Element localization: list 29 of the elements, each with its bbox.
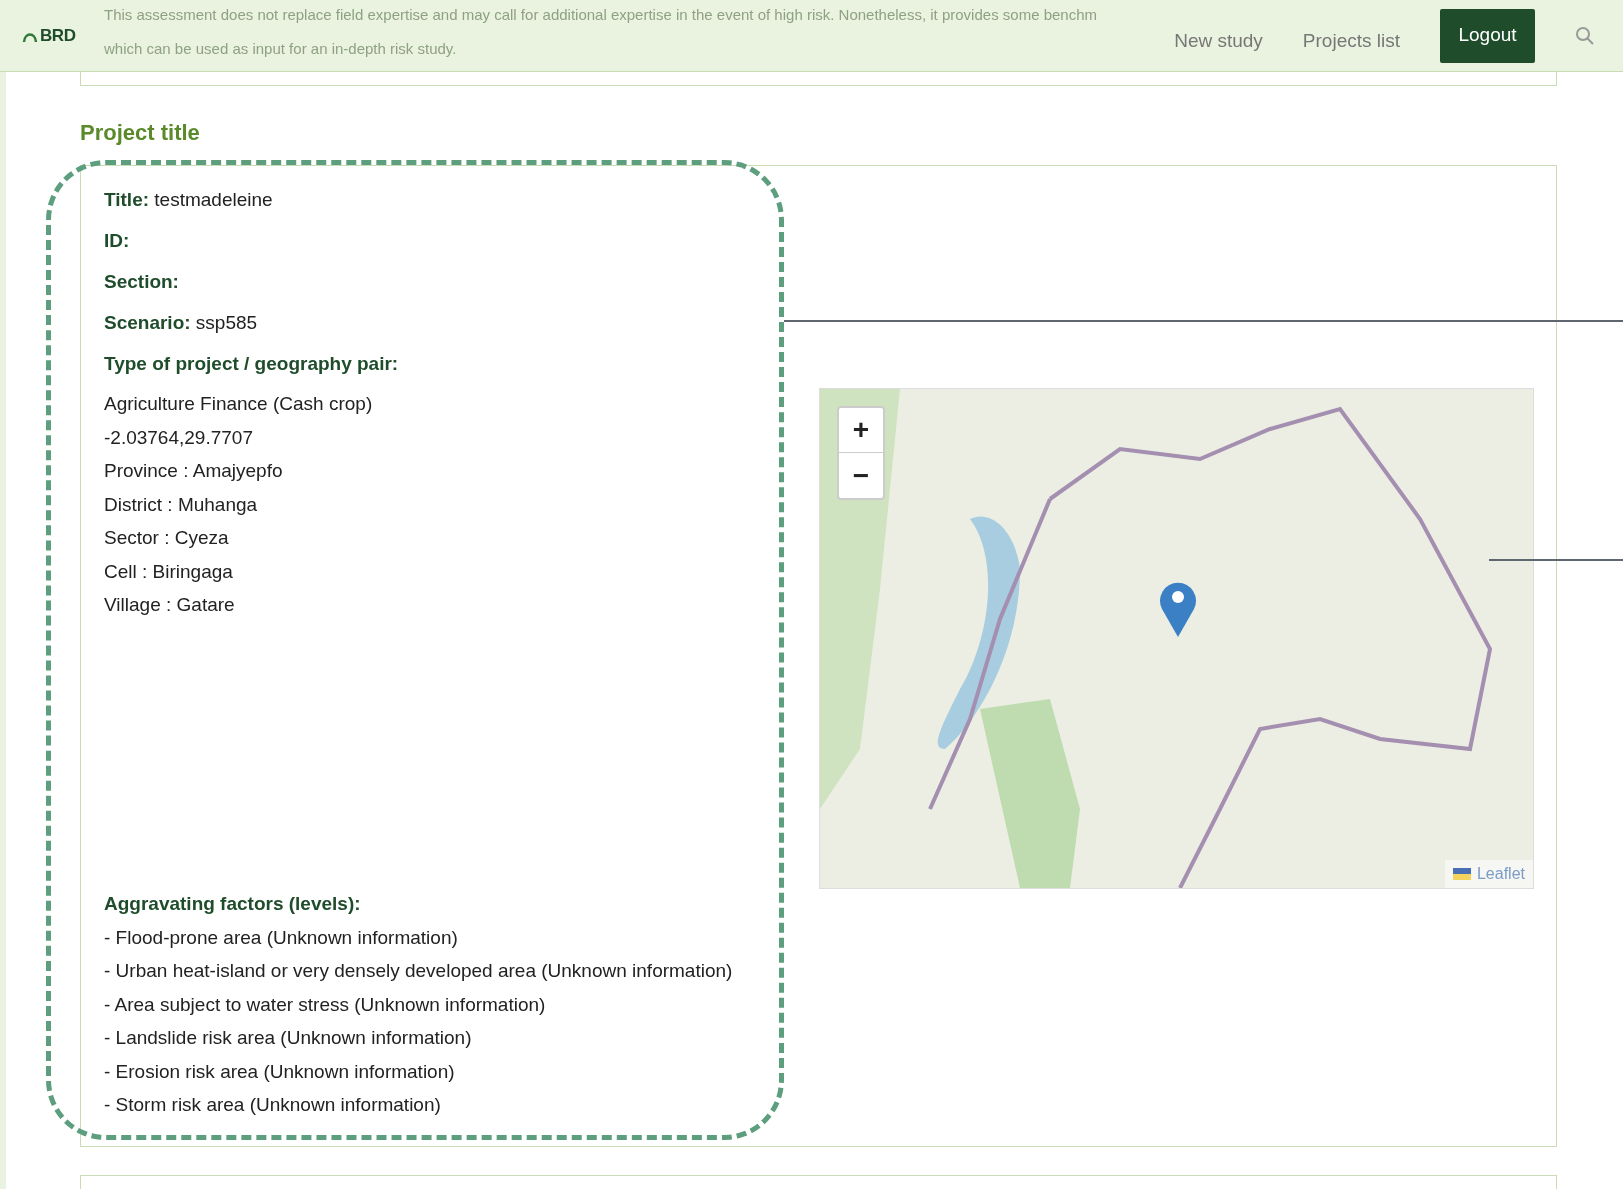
section-title: Project title: [80, 119, 201, 147]
pair-line: Sector : Cyeza: [104, 526, 230, 550]
factor-line: - Urban heat-island or very densely developed area (Unknown information): [104, 959, 734, 983]
pair-line: Village : Gatare: [104, 593, 236, 617]
info-field: ID:: [104, 227, 781, 268]
zoom-in-button[interactable]: +: [839, 408, 883, 453]
zoom-out-button[interactable]: −: [839, 453, 883, 498]
pair-line: -2.03764,29.7707: [104, 425, 254, 450]
search-icon[interactable]: [1575, 25, 1595, 46]
faded-notice-text: This assessment does not replace field expertise and may call for additional expertise in the event of high risk. Nonetheless, it provides some benchm: [104, 5, 1098, 25]
factor-line: - Area subject to water stress (Unknown information): [104, 992, 547, 1017]
info-field: Title: testmadeleine: [104, 186, 781, 227]
factor-line: - Landslide risk area (Unknown information): [104, 1026, 473, 1050]
logout-button[interactable]: Logout: [1440, 8, 1535, 63]
pair-line: District : Muhanga: [104, 492, 259, 517]
pair-line: Agriculture Finance (Cash crop): [104, 392, 374, 416]
factor-line: - Erosion risk area (Unknown information): [104, 1059, 456, 1084]
pair-line: Province : Amajyepfo: [104, 459, 284, 483]
map-area[interactable]: + − Leaflet: [819, 388, 1534, 889]
info-field: Section:: [104, 268, 781, 309]
factor-line: - Flood-prone area (Unknown information): [104, 925, 459, 950]
factor-line: - Storm risk area (Unknown information): [104, 1093, 442, 1117]
flag-icon: [1452, 868, 1471, 880]
pair-line: Cell : Biringaga: [104, 559, 234, 584]
info-field: Scenario: ssp585: [104, 309, 781, 350]
faded-notice-text: which can be used as input for an in-depth risk study.: [104, 39, 457, 59]
logo-text: BRD: [40, 24, 76, 47]
factors-heading: Aggravating factors (levels):: [104, 891, 362, 916]
pair-heading: Type of project / geography pair:: [104, 352, 400, 376]
